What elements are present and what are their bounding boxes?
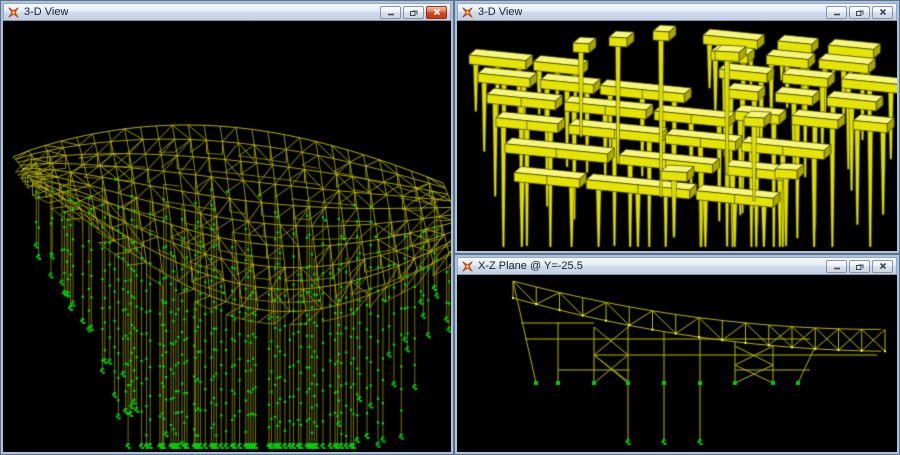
close-button[interactable]: [872, 260, 893, 273]
sap2000-app-icon: [461, 260, 474, 273]
window-3d-view-left: 3-D View: [0, 0, 454, 455]
viewport-2d-elevation[interactable]: [457, 275, 897, 452]
close-button[interactable]: [872, 6, 893, 19]
titlebar[interactable]: 3-D View: [3, 3, 451, 21]
window-title: 3-D View: [24, 4, 68, 20]
restore-icon: [409, 8, 418, 17]
titlebar[interactable]: X-Z Plane @ Y=-25.5: [457, 257, 897, 275]
window-title: X-Z Plane @ Y=-25.5: [478, 258, 583, 274]
minimize-icon: [387, 8, 395, 16]
restore-button[interactable]: [849, 260, 870, 273]
window-controls: [380, 6, 447, 19]
window-controls: [826, 6, 893, 19]
minimize-button[interactable]: [826, 260, 847, 273]
window-title: 3-D View: [478, 4, 522, 20]
minimize-button[interactable]: [826, 6, 847, 19]
minimize-icon: [833, 262, 841, 270]
viewport-3d-extruded-model[interactable]: [457, 21, 897, 251]
restore-button[interactable]: [849, 6, 870, 19]
viewport-3d-wireframe-model[interactable]: [3, 21, 451, 452]
titlebar[interactable]: 3-D View: [457, 3, 897, 21]
close-icon: [433, 8, 441, 16]
close-icon: [879, 8, 887, 16]
restore-icon: [855, 8, 864, 17]
minimize-button[interactable]: [380, 6, 401, 19]
window-controls: [826, 260, 893, 273]
close-icon: [879, 262, 887, 270]
restore-button[interactable]: [403, 6, 424, 19]
close-button[interactable]: [426, 6, 447, 19]
restore-icon: [855, 262, 864, 271]
sap2000-app-icon: [7, 6, 20, 19]
window-3d-view-top-right: 3-D View: [454, 0, 900, 254]
minimize-icon: [833, 8, 841, 16]
sap2000-app-icon: [461, 6, 474, 19]
window-xz-plane-view: X-Z Plane @ Y=-25.5: [454, 254, 900, 455]
